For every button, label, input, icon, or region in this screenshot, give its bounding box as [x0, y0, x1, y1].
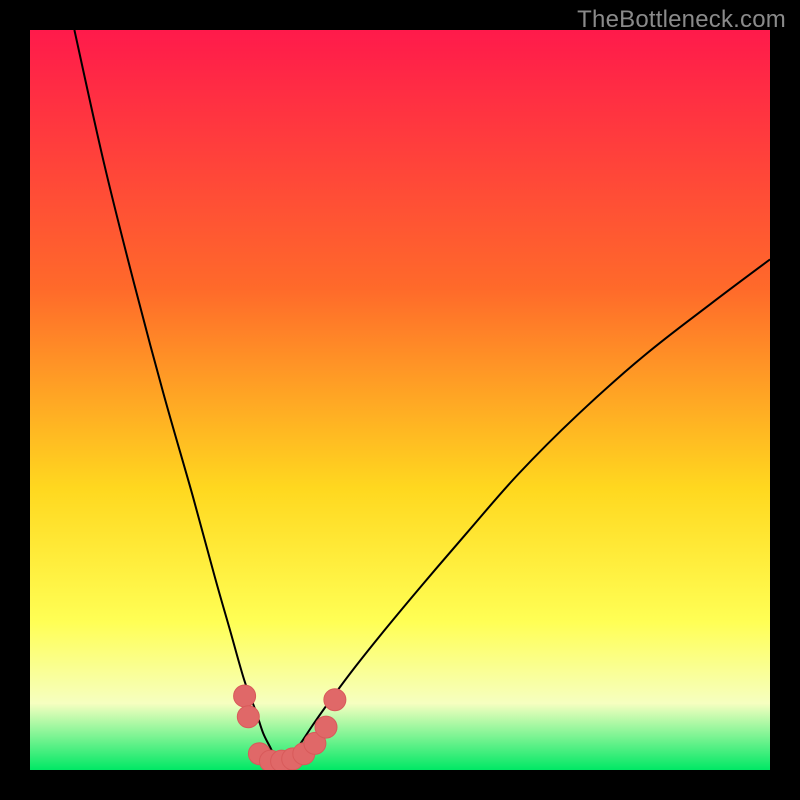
- chart-frame: TheBottleneck.com: [0, 0, 800, 800]
- watermark-text: TheBottleneck.com: [577, 6, 786, 34]
- chart-svg: [30, 30, 770, 770]
- plot-area: [30, 30, 770, 770]
- data-marker: [315, 716, 337, 738]
- data-marker: [324, 689, 346, 711]
- data-marker: [234, 685, 256, 707]
- data-marker: [237, 706, 259, 728]
- gradient-background: [30, 30, 770, 770]
